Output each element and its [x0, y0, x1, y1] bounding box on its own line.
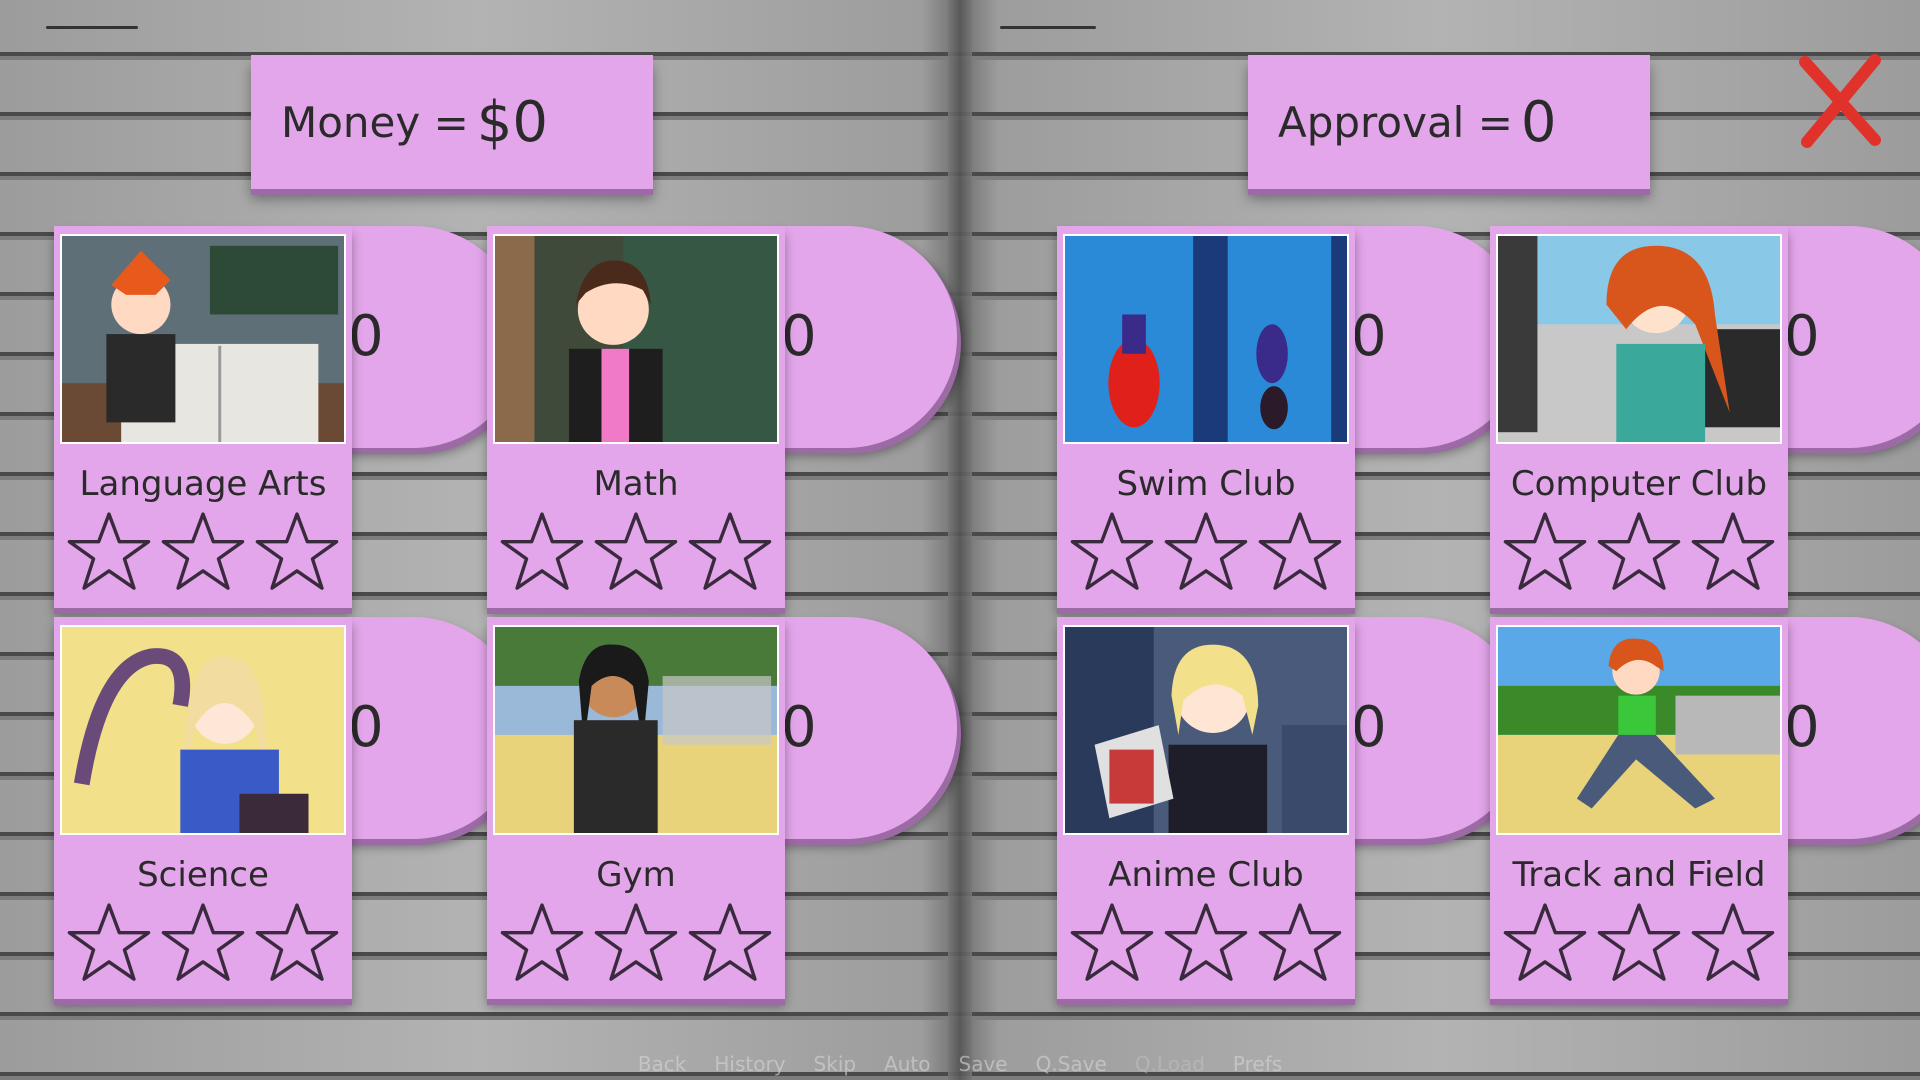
- character-portrait: [60, 234, 346, 444]
- star-icon: [688, 512, 772, 590]
- close-icon: [1799, 54, 1881, 148]
- star-rating: [1057, 900, 1355, 986]
- club-card-swim[interactable]: 0 Swim Club: [1057, 226, 1527, 608]
- card-title: Anime Club: [1108, 855, 1304, 895]
- star-icon: [1597, 903, 1681, 981]
- character-portrait: [1496, 625, 1782, 835]
- character-portrait: [60, 625, 346, 835]
- quick-menu-prefs[interactable]: Prefs: [1233, 1052, 1282, 1080]
- star-rating: [54, 900, 352, 986]
- star-icon: [1164, 903, 1248, 981]
- star-icon: [594, 512, 678, 590]
- card-title: Gym: [596, 855, 676, 895]
- card-title: Science: [137, 855, 269, 895]
- quick-menu-back[interactable]: Back: [638, 1052, 687, 1080]
- star-icon: [1258, 512, 1342, 590]
- notebook-spine: [948, 0, 972, 1080]
- quick-menu-save[interactable]: Save: [959, 1052, 1008, 1080]
- quick-menu-auto[interactable]: Auto: [884, 1052, 930, 1080]
- page-mark-left: [46, 26, 138, 29]
- subject-card-science[interactable]: 0 Science: [54, 617, 524, 999]
- star-icon: [255, 512, 339, 590]
- money-box: Money = $0: [251, 55, 653, 189]
- star-rating: [487, 509, 785, 595]
- character-portrait: [493, 234, 779, 444]
- subject-card-gym[interactable]: 0 Gym: [487, 617, 957, 999]
- star-rating: [54, 509, 352, 595]
- level-tab: 0: [1770, 617, 1920, 839]
- money-value: $0: [476, 89, 549, 155]
- star-icon: [1691, 512, 1775, 590]
- star-icon: [1070, 903, 1154, 981]
- star-rating: [1057, 509, 1355, 595]
- star-rating: [487, 900, 785, 986]
- star-icon: [688, 903, 772, 981]
- card-title: Computer Club: [1510, 464, 1768, 504]
- quick-menu-qsave[interactable]: Q.Save: [1036, 1052, 1107, 1080]
- approval-value: 0: [1520, 89, 1557, 155]
- character-portrait: [1496, 234, 1782, 444]
- star-icon: [1070, 512, 1154, 590]
- money-label: Money =: [281, 97, 469, 147]
- close-button[interactable]: [1795, 52, 1885, 152]
- card-title: Math: [593, 464, 679, 504]
- page-mark-right: [1000, 26, 1096, 29]
- character-portrait: [493, 625, 779, 835]
- star-icon: [1503, 512, 1587, 590]
- card-title: Language Arts: [79, 464, 327, 504]
- star-icon: [255, 903, 339, 981]
- star-icon: [67, 903, 151, 981]
- star-icon: [1597, 512, 1681, 590]
- character-portrait: [1063, 625, 1349, 835]
- star-icon: [67, 512, 151, 590]
- star-icon: [161, 903, 245, 981]
- quick-menu: Back History Skip Auto Save Q.Save Q.Loa…: [0, 1052, 1920, 1080]
- card-title: Track and Field: [1512, 855, 1766, 895]
- star-icon: [500, 903, 584, 981]
- star-icon: [1164, 512, 1248, 590]
- star-icon: [1503, 903, 1587, 981]
- quick-menu-skip[interactable]: Skip: [814, 1052, 857, 1080]
- subject-card-language-arts[interactable]: 0 Language Arts: [54, 226, 524, 608]
- star-rating: [1490, 900, 1788, 986]
- quick-menu-qload[interactable]: Q.Load: [1135, 1052, 1205, 1080]
- star-icon: [594, 903, 678, 981]
- card-title: Swim Club: [1116, 464, 1296, 504]
- star-icon: [161, 512, 245, 590]
- quick-menu-history[interactable]: History: [714, 1052, 785, 1080]
- approval-label: Approval =: [1278, 97, 1513, 147]
- character-portrait: [1063, 234, 1349, 444]
- level-tab: 0: [1770, 226, 1920, 448]
- star-icon: [1691, 903, 1775, 981]
- star-icon: [500, 512, 584, 590]
- club-card-anime[interactable]: 0 Anime Club: [1057, 617, 1527, 999]
- subject-card-math[interactable]: 0 Math: [487, 226, 957, 608]
- approval-box: Approval = 0: [1248, 55, 1650, 189]
- club-card-computer[interactable]: 0 Computer Club: [1490, 226, 1920, 608]
- star-rating: [1490, 509, 1788, 595]
- star-icon: [1258, 903, 1342, 981]
- club-card-track-and-field[interactable]: 0 Track and Field: [1490, 617, 1920, 999]
